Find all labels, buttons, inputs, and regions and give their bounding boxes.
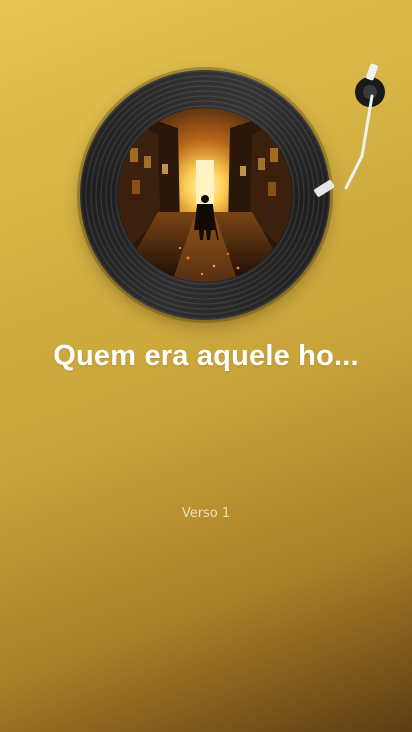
verse-label: Verso 1 <box>181 506 231 521</box>
album-cover-art <box>118 108 292 282</box>
cover-illustration <box>118 108 292 282</box>
player-screen: Quem era aquele ho... Verso 1 <box>0 0 412 732</box>
tonearm-icon[interactable] <box>300 62 390 212</box>
vinyl-record[interactable] <box>74 64 336 326</box>
song-title: Quem era aquele ho... <box>53 340 359 372</box>
